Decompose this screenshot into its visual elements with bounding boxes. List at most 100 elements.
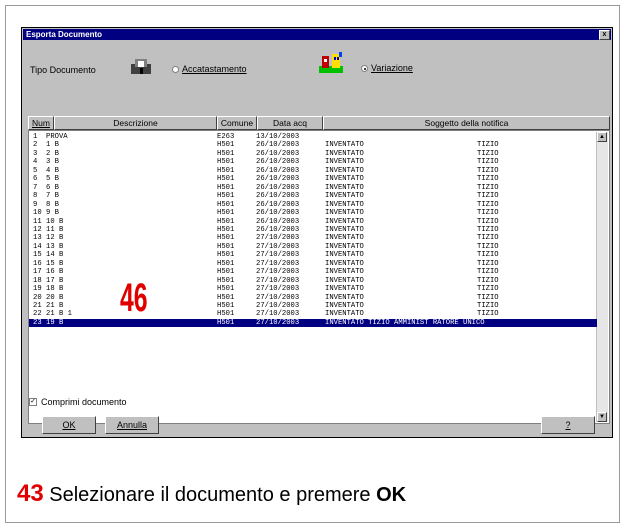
row-soggetto: INVENTATO xyxy=(325,217,364,226)
table-row[interactable]: 2 1 B H501 26/10/2003 INVENTATO TIZIO xyxy=(29,141,597,149)
row-descrizione: 9 B xyxy=(46,209,59,218)
row-nome: TIZIO xyxy=(477,259,499,268)
variazione-label[interactable]: Variazione xyxy=(371,63,413,73)
row-num: 14 xyxy=(33,242,42,251)
row-num: 6 xyxy=(33,175,38,184)
row-soggetto: INVENTATO xyxy=(325,225,364,234)
row-descrizione: 12 B xyxy=(46,234,64,243)
row-soggetto: INVENTATO xyxy=(325,192,364,201)
row-num: 9 xyxy=(33,200,38,209)
row-soggetto: INVENTATO xyxy=(325,251,364,260)
row-soggetto: INVENTATO xyxy=(325,175,364,184)
table-row[interactable]: 21 21 B H501 27/10/2003 INVENTATO TIZIO xyxy=(29,302,597,310)
row-comune: H501 xyxy=(217,217,235,226)
accatastamento-label[interactable]: Accatastamento xyxy=(182,64,247,74)
row-num: 2 xyxy=(33,141,38,150)
scroll-up-arrow-icon[interactable]: ▲ xyxy=(597,132,607,142)
col-header-comune[interactable]: Comune xyxy=(217,116,257,130)
row-descrizione: 13 B xyxy=(46,242,64,251)
table-row[interactable]: 13 12 B H501 27/10/2003 INVENTATO TIZIO xyxy=(29,234,597,242)
row-soggetto: INVENTATO xyxy=(325,158,364,167)
table-row[interactable]: 15 14 B H501 27/10/2003 INVENTATO TIZIO xyxy=(29,251,597,259)
documents-list[interactable]: ▲ ▼ 1 PROVA E263 13/10/2003 2 1 B H501 26/10/20… xyxy=(28,130,610,424)
table-row[interactable]: 20 20 B H501 27/10/2003 INVENTATO TIZIO xyxy=(29,294,597,302)
row-comune: H501 xyxy=(217,259,235,268)
annulla-button-label: Annulla xyxy=(116,420,148,430)
row-nome: TIZIO xyxy=(477,209,499,218)
annulla-button[interactable]: Annulla xyxy=(105,416,159,434)
col-header-num-label: Num xyxy=(32,118,50,128)
row-nome: TIZIO xyxy=(477,293,499,302)
row-descrizione: 2 B xyxy=(46,149,59,158)
col-header-soggetto[interactable]: Soggetto della notifica xyxy=(323,116,610,130)
accatastamento-icon xyxy=(128,56,154,76)
variazione-text: Variazione xyxy=(371,63,413,73)
table-row[interactable]: 5 4 B H501 26/10/2003 INVENTATO TIZIO xyxy=(29,167,597,175)
table-row[interactable]: 18 17 B H501 27/10/2003 INVENTATO TIZIO xyxy=(29,277,597,285)
ok-button[interactable]: OK xyxy=(42,416,96,434)
col-header-descrizione-label: Descrizione xyxy=(113,118,158,128)
row-comune: H501 xyxy=(217,242,235,251)
table-row[interactable]: 8 7 B H501 26/10/2003 INVENTATO TIZIO xyxy=(29,192,597,200)
scroll-down-arrow-icon[interactable]: ▼ xyxy=(597,412,607,422)
row-descrizione: 1 B xyxy=(46,141,59,150)
close-button[interactable]: x xyxy=(599,30,610,40)
table-row[interactable]: 23 19 B H501 27/10/2003 INVENTATO TIZIO AMMI… xyxy=(29,318,597,327)
row-num: 19 xyxy=(33,285,42,294)
row-data-acq: 26/10/2003 xyxy=(256,209,300,218)
comprimi-checkbox[interactable]: ✓ xyxy=(29,398,37,406)
row-nome: TIZIO xyxy=(477,310,499,319)
caption-number: 43 xyxy=(17,480,44,507)
table-row[interactable]: 17 16 B H501 27/10/2003 INVENTATO TIZIO xyxy=(29,268,597,276)
table-row[interactable]: 10 9 B H501 26/10/2003 INVENTATO TIZIO xyxy=(29,209,597,217)
callout-number: 46 xyxy=(120,276,148,320)
table-row[interactable]: 11 10 B H501 26/10/2003 INVENTATO TIZIO xyxy=(29,218,597,226)
row-descrizione: 10 B xyxy=(46,217,64,226)
col-header-data-acq[interactable]: Data acq xyxy=(257,116,323,130)
accatastamento-radio[interactable] xyxy=(172,66,179,73)
table-row[interactable]: 19 18 B H501 27/10/2003 INVENTATO TIZIO xyxy=(29,285,597,293)
row-num: 18 xyxy=(33,276,42,285)
table-row[interactable]: 14 13 B H501 27/10/2003 INVENTATO TIZIO xyxy=(29,243,597,251)
table-row[interactable]: 1 PROVA E263 13/10/2003 xyxy=(29,133,597,141)
vertical-scrollbar[interactable]: ▲ ▼ xyxy=(596,132,608,422)
help-button[interactable]: ? xyxy=(541,416,595,434)
col-header-data-acq-label: Data acq xyxy=(272,118,308,128)
row-nome: TIZIO xyxy=(477,242,499,251)
caption-ok: OK xyxy=(376,484,407,506)
row-nome: TIZIO xyxy=(477,251,499,260)
comprimi-label[interactable]: Comprimi documento xyxy=(41,397,127,407)
row-comune: H501 xyxy=(217,234,235,243)
table-row[interactable]: 12 11 B H501 26/10/2003 INVENTATO TIZIO xyxy=(29,226,597,234)
table-row[interactable]: 6 5 B H501 26/10/2003 INVENTATO TIZIO xyxy=(29,175,597,183)
row-soggetto: INVENTATO xyxy=(325,200,364,209)
table-row[interactable]: 22 21 B 1 H501 27/10/2003 INVENTATO TIZIO xyxy=(29,310,597,318)
row-num: 5 xyxy=(33,166,38,175)
variazione-icon xyxy=(318,52,344,74)
row-soggetto: INVENTATO xyxy=(325,242,364,251)
row-comune: H501 xyxy=(217,268,235,277)
table-row[interactable]: 4 3 B H501 26/10/2003 INVENTATO TIZIO xyxy=(29,158,597,166)
row-soggetto: INVENTATO xyxy=(325,209,364,218)
row-num: 22 xyxy=(33,310,42,319)
row-num: 7 xyxy=(33,183,38,192)
col-header-descrizione[interactable]: Descrizione xyxy=(54,116,217,130)
row-num: 8 xyxy=(33,192,38,201)
row-descrizione: 11 B xyxy=(46,225,64,234)
row-num: 13 xyxy=(33,234,42,243)
col-header-num[interactable]: Num xyxy=(28,116,54,130)
table-row[interactable]: 9 8 B H501 26/10/2003 INVENTATO TIZIO xyxy=(29,201,597,209)
row-descrizione: 5 B xyxy=(46,175,59,184)
row-nome: TIZIO xyxy=(477,175,499,184)
table-row[interactable]: 16 15 B H501 27/10/2003 INVENTATO TIZIO xyxy=(29,260,597,268)
row-num: 11 xyxy=(33,217,42,226)
row-num: 17 xyxy=(33,268,42,277)
table-row[interactable]: 3 2 B H501 26/10/2003 INVENTATO TIZIO xyxy=(29,150,597,158)
row-comune: H501 xyxy=(217,141,235,150)
row-comune: H501 xyxy=(217,318,235,327)
row-soggetto: INVENTATO xyxy=(325,183,364,192)
variazione-radio[interactable] xyxy=(361,65,368,72)
caption: 43 Selezionare il documento e premere OK xyxy=(17,480,406,508)
table-row[interactable]: 7 6 B H501 26/10/2003 INVENTATO TIZIO xyxy=(29,184,597,192)
row-comune: H501 xyxy=(217,225,235,234)
